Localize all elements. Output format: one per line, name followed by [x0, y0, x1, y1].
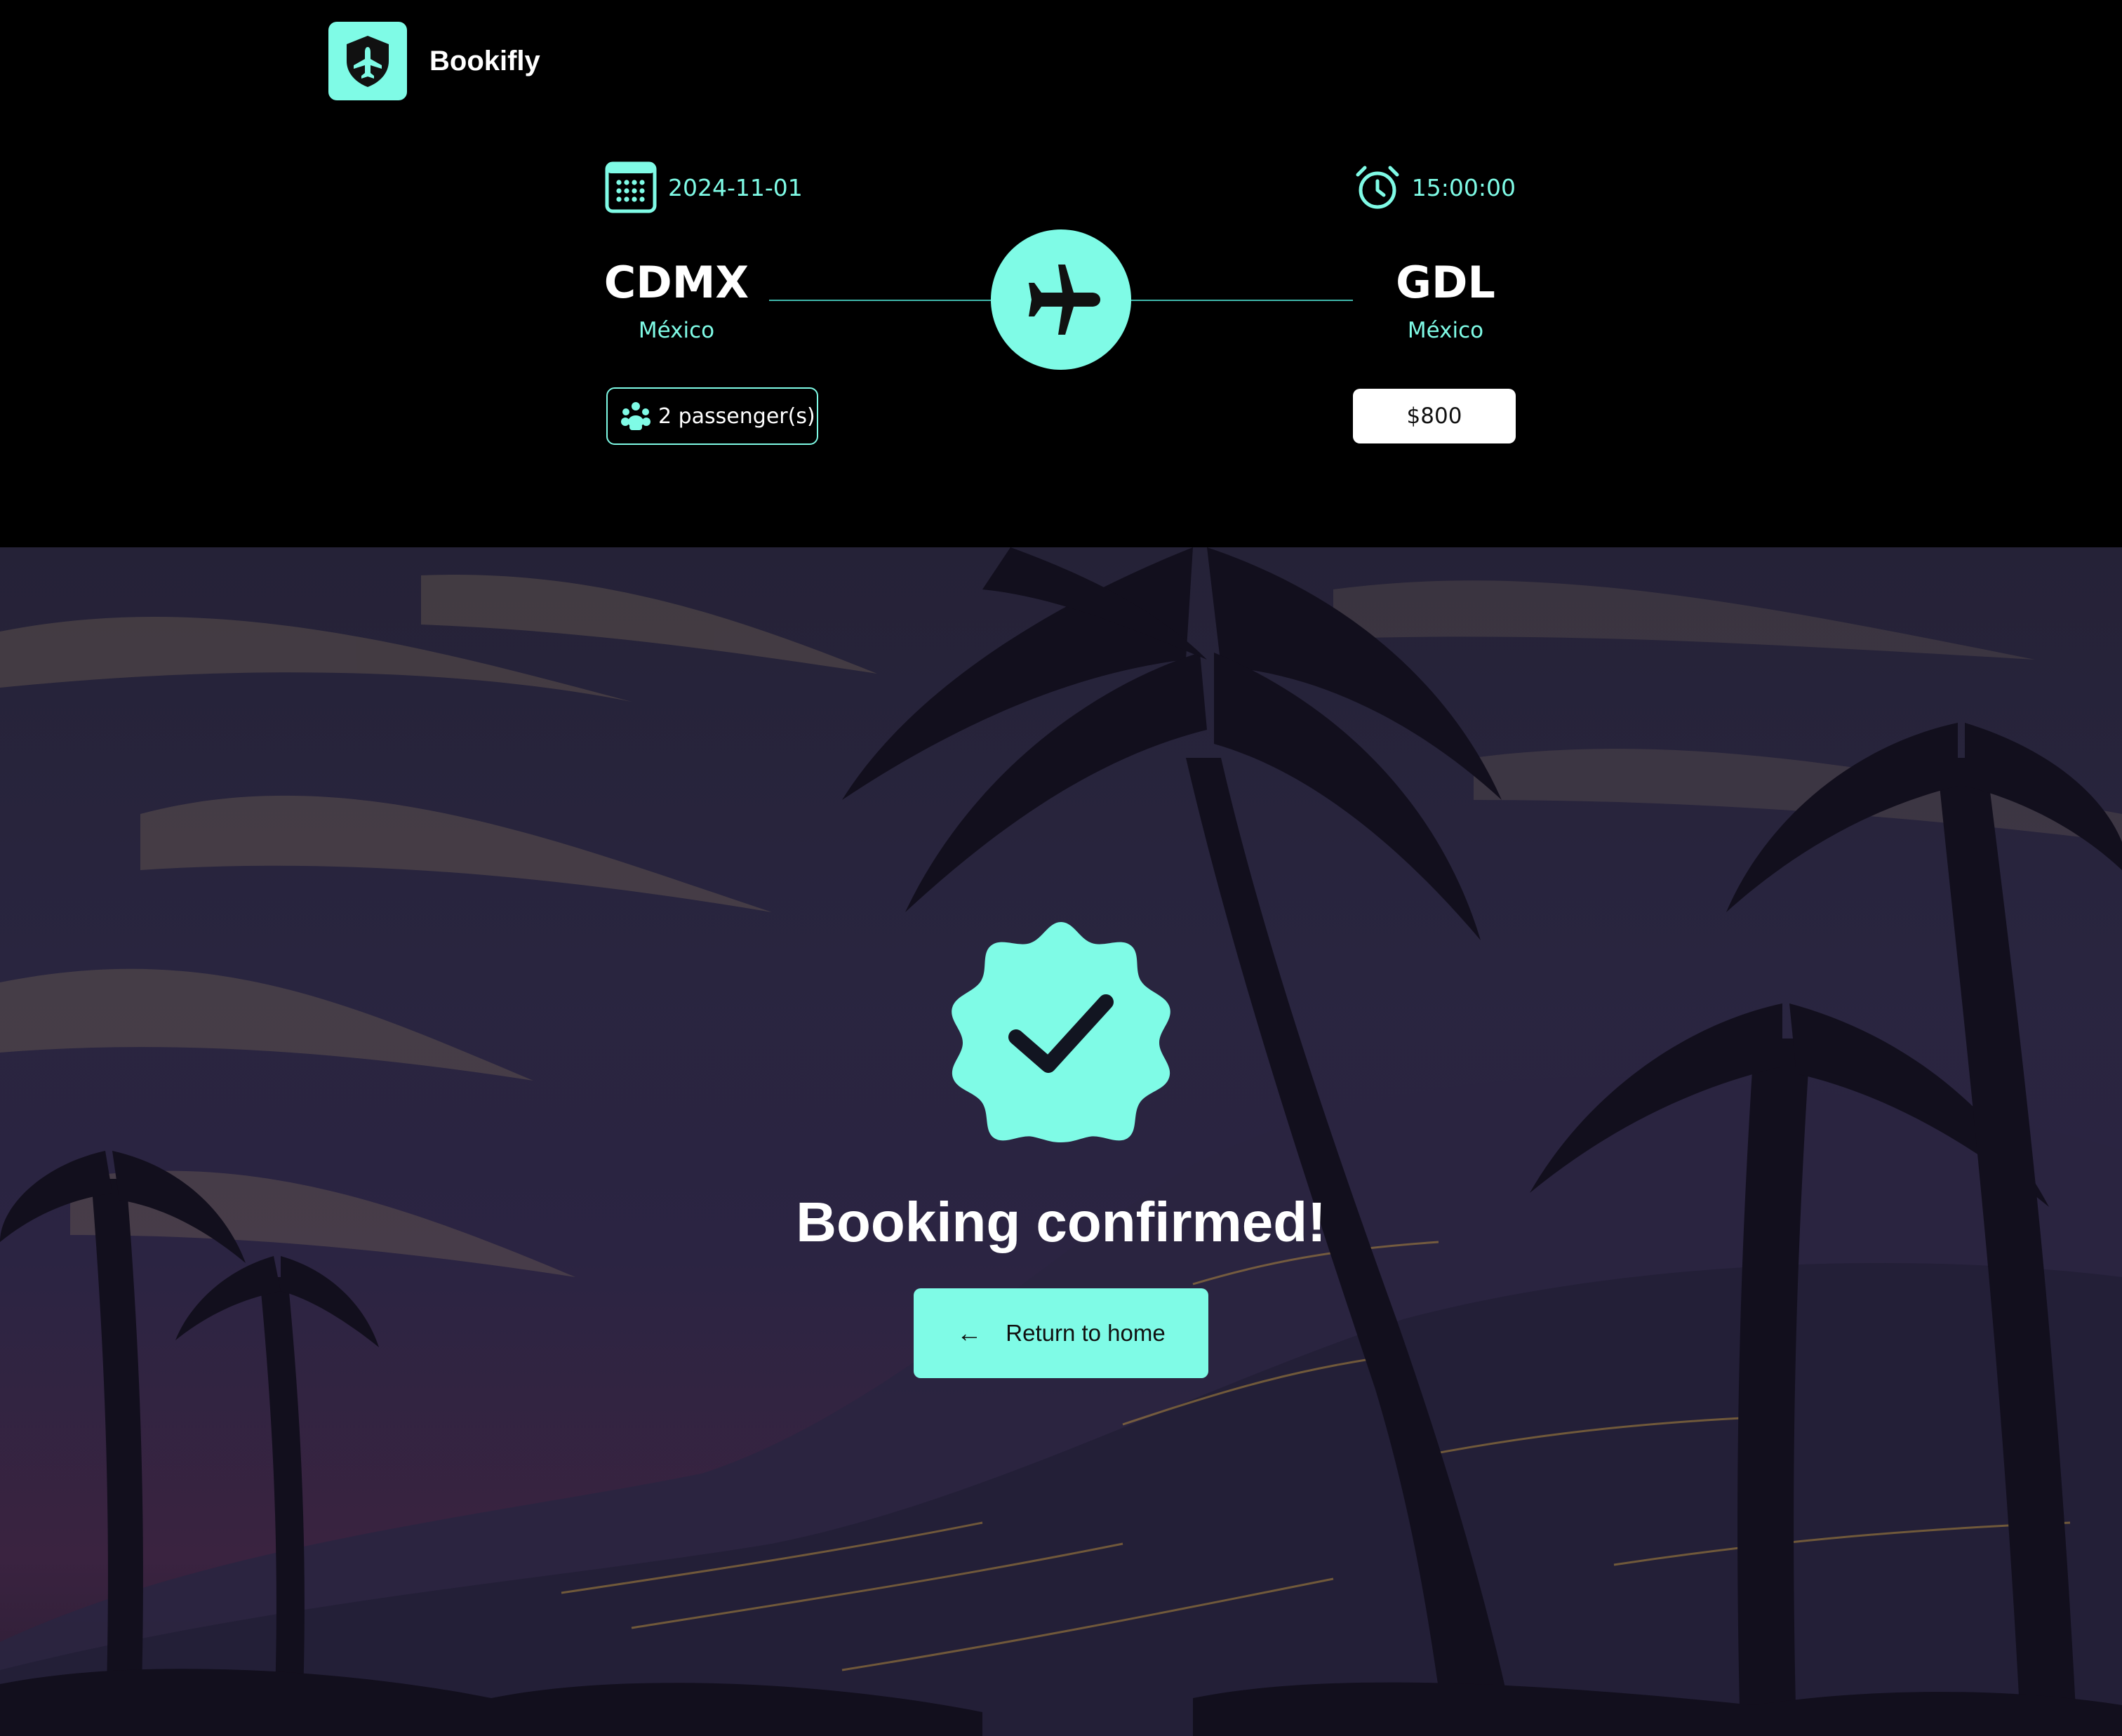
arrow-left-icon: ← [956, 1318, 982, 1347]
flight-date: 2024-11-01 [605, 161, 803, 213]
route-line-right [1131, 300, 1353, 301]
return-home-label: Return to home [1006, 1320, 1166, 1346]
passengers-text: 2 passenger(s) [658, 403, 815, 429]
price-badge: $800 [1353, 389, 1516, 443]
flight-date-text: 2024-11-01 [668, 173, 803, 201]
passengers-badge: 2 passenger(s) [606, 387, 818, 445]
verified-check-icon [952, 922, 1170, 1142]
route-line-left [769, 300, 991, 301]
confirmation-title: Booking confirmed! [796, 1191, 1326, 1253]
group-icon [621, 402, 650, 430]
flight-summary-header: Bookifly 2024-11-01 15:00:00 CDMX México [0, 0, 2122, 547]
flight-time: 15:00:00 [1354, 163, 1516, 212]
logo[interactable] [328, 22, 407, 100]
origin-code: CDMX [603, 257, 749, 308]
brand-name[interactable]: Bookifly [429, 44, 540, 79]
origin-country: México [638, 318, 715, 343]
calendar-icon [605, 161, 657, 213]
alarm-clock-icon [1356, 166, 1399, 209]
destination-country: México [1407, 318, 1484, 343]
route-plane [991, 229, 1131, 370]
destination-code: GDL [1396, 257, 1495, 308]
flight-time-text: 15:00:00 [1411, 173, 1516, 201]
shield-plane-icon [347, 36, 389, 87]
return-home-button[interactable]: ← Return to home [914, 1288, 1208, 1378]
plane-icon [1029, 265, 1100, 335]
